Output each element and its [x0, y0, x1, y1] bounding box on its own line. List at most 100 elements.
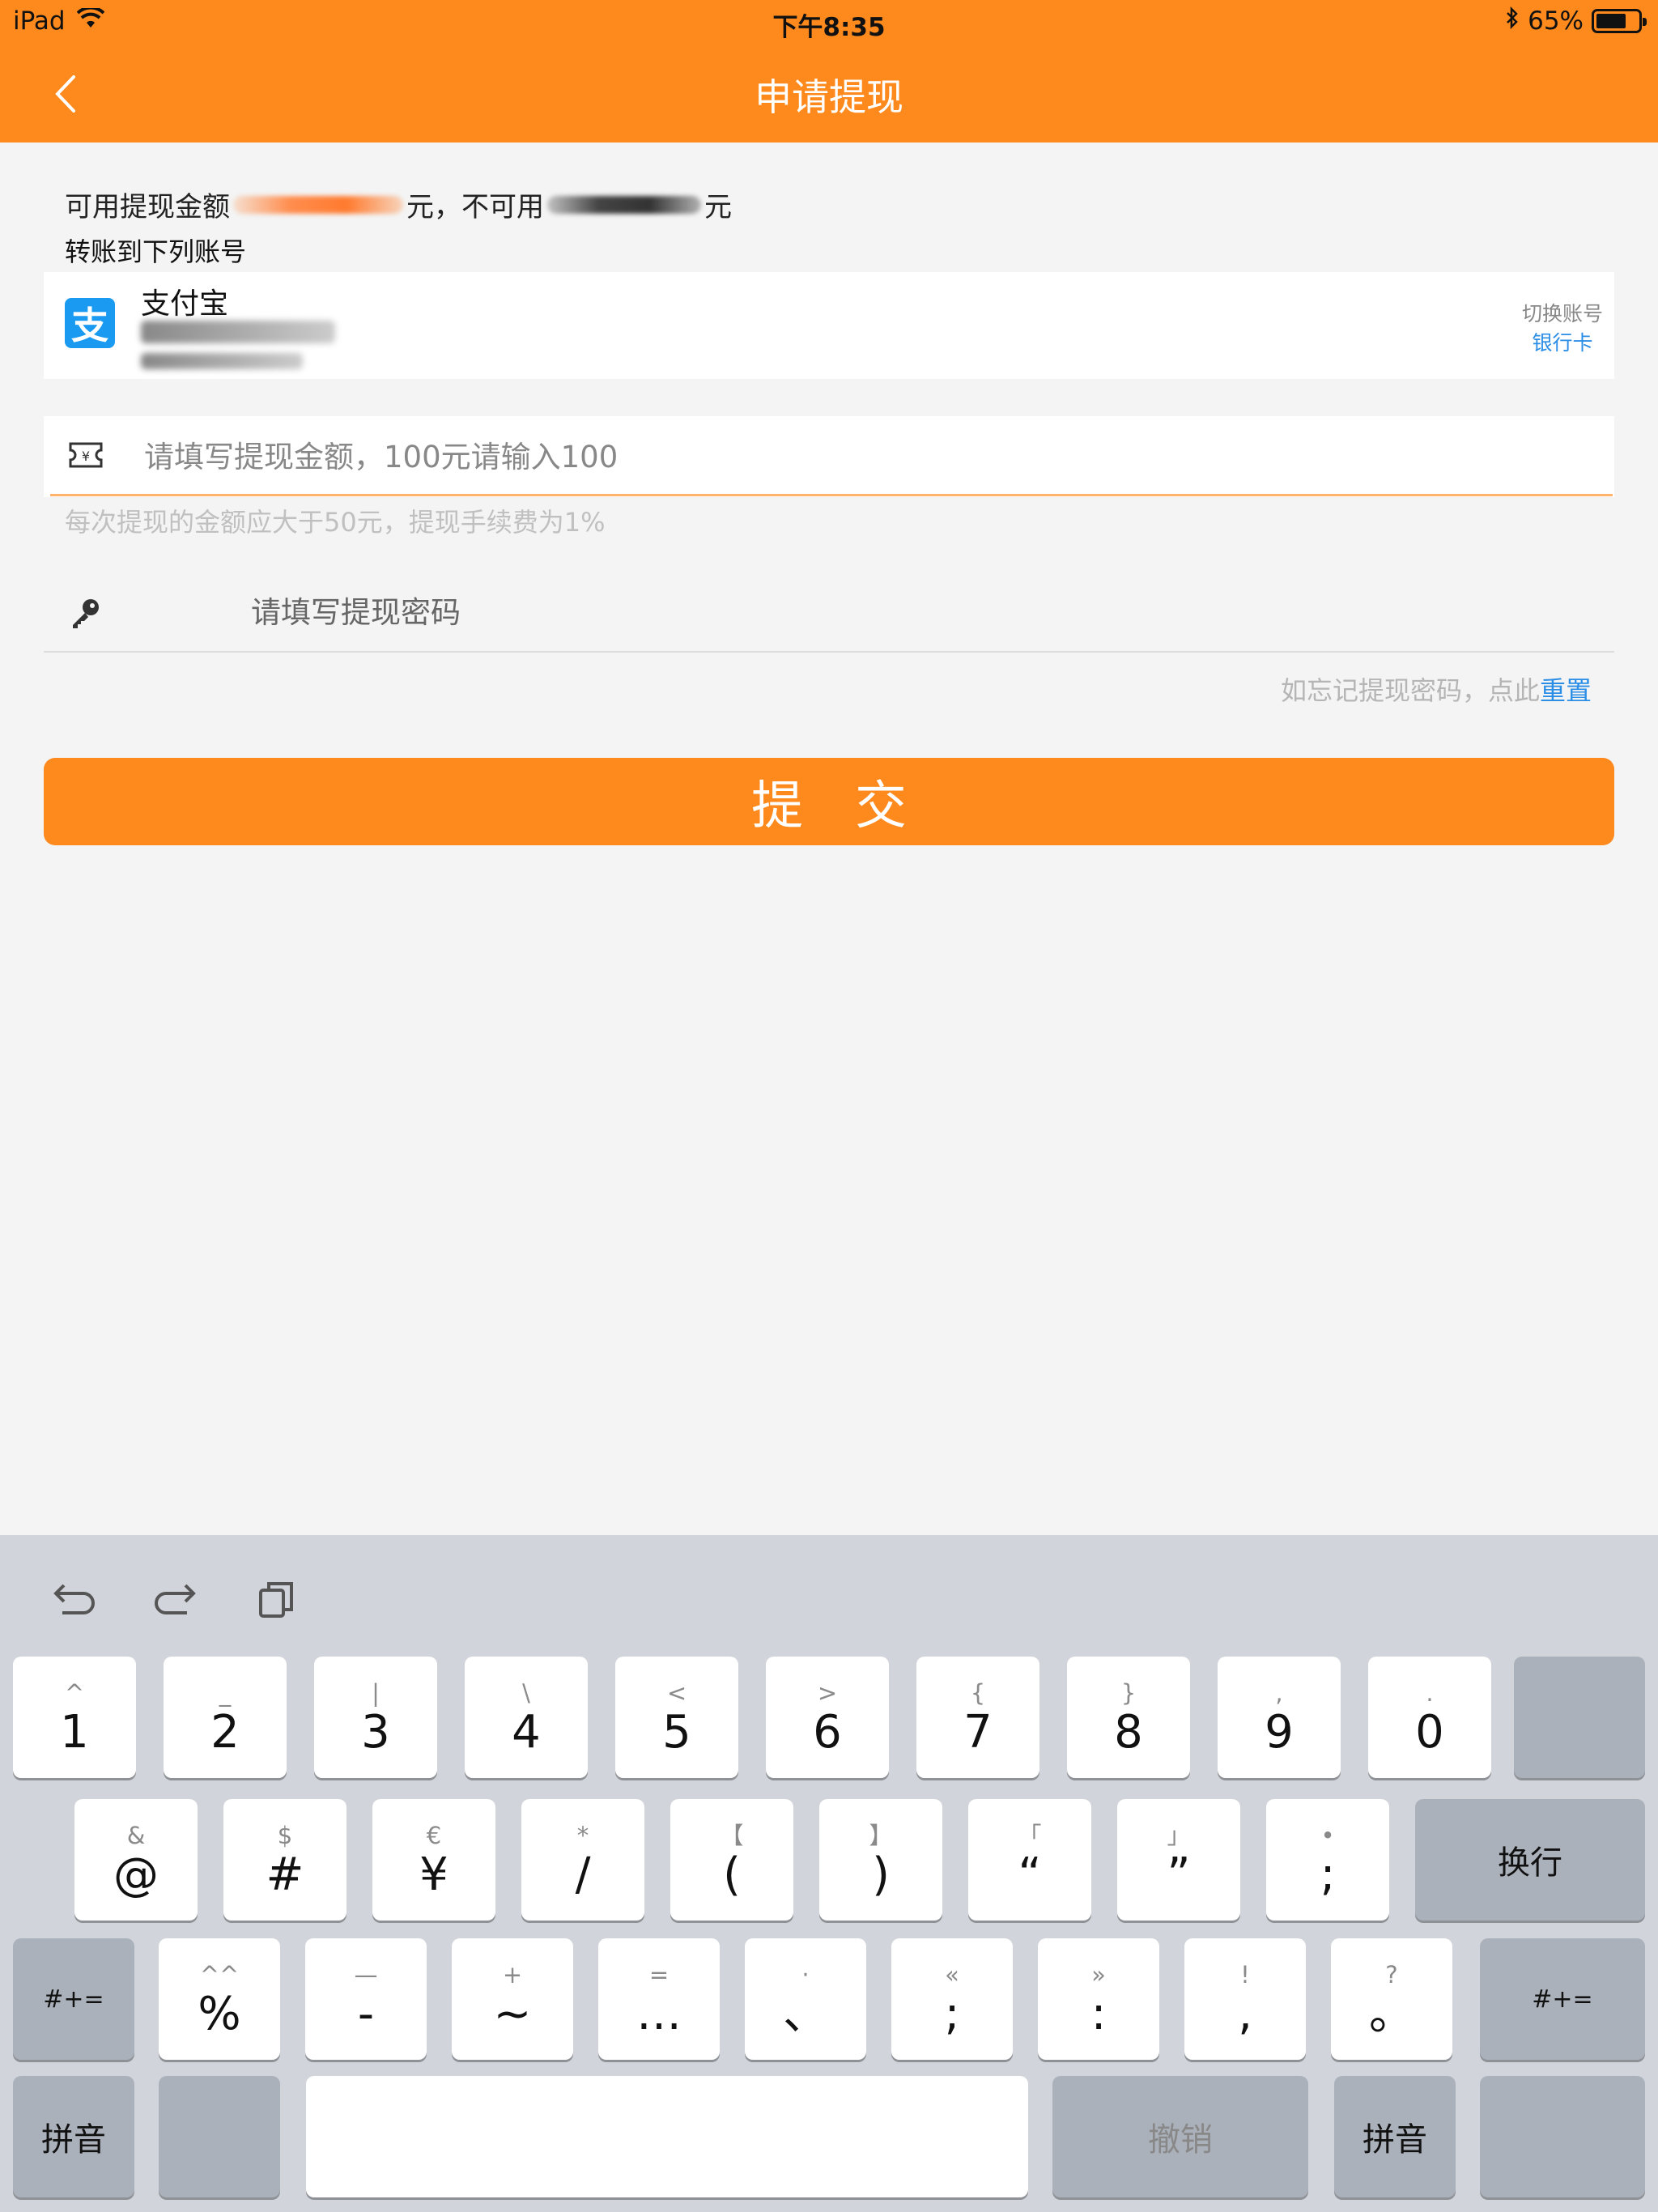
paste-icon[interactable] — [248, 1571, 304, 1627]
amount-row: ¥ — [44, 416, 1614, 497]
key-#[interactable]: $ # — [223, 1799, 346, 1921]
key-9[interactable]: ,9 — [1218, 1657, 1341, 1778]
key-sub-label: » — [1091, 1961, 1106, 1989]
key-1[interactable]: ^ 1 — [13, 1657, 136, 1778]
key-~[interactable]: + ~ — [452, 1938, 573, 2060]
key-sub-label: — — [354, 1961, 378, 1989]
switch-account-button[interactable]: 切换账号 银行卡 — [1522, 298, 1603, 356]
key-¥[interactable]: € ¥ — [372, 1799, 495, 1921]
pinyin-button-left[interactable]: 拼音 — [13, 2076, 134, 2197]
key-sub-label: € — [426, 1822, 442, 1849]
key-2[interactable]: _ 2 — [164, 1657, 287, 1778]
status-time: 下午8:35 — [772, 13, 886, 42]
key-main-label: % — [198, 1988, 241, 2040]
key-6[interactable]: >6 — [766, 1657, 889, 1778]
key-、[interactable]: ·、 — [745, 1938, 866, 2060]
key-sub-label: ^ — [64, 1679, 85, 1707]
key-;[interactable]: «; — [891, 1938, 1013, 2060]
reset-password-link[interactable]: 重置 — [1540, 675, 1592, 706]
key-sub-label: \ — [522, 1679, 530, 1707]
pinyin-button-right-label: 拼音 — [1363, 2121, 1427, 2159]
key-sub-label: & — [126, 1822, 146, 1849]
key-main-label: 1 — [60, 1706, 89, 1759]
key-3[interactable]: | 3 — [314, 1657, 437, 1778]
key-/[interactable]: * / — [521, 1799, 644, 1921]
key-main-label: ( — [723, 1848, 741, 1901]
key-icon — [68, 596, 104, 632]
key-sub-label: { — [970, 1679, 986, 1707]
available-amount-redacted — [233, 195, 403, 214]
password-input[interactable] — [251, 586, 1579, 638]
battery-icon — [1592, 9, 1647, 33]
key-main-label: : — [1090, 1988, 1107, 2040]
key-sub-label: > — [817, 1679, 838, 1707]
key-main-label: ” — [1167, 1848, 1191, 1901]
balance-line: 可用提现金额 元，不可用 元 — [65, 185, 732, 224]
keyboard: ^ 1 _ 2 | 3 \ 4 <5 >6{7} 8, 9. 0 & @ $ # € ¥ * / 【(】) 「“」” •; 换行… — [0, 1535, 1658, 2212]
account-name: 支付宝 — [141, 287, 229, 321]
key-”[interactable]: 」” — [1117, 1799, 1240, 1921]
key--[interactable]: — - — [305, 1938, 427, 2060]
dismiss-keyboard-button[interactable] — [1480, 2076, 1645, 2197]
key-main-label: ) — [872, 1848, 890, 1901]
key-“[interactable]: 「“ — [968, 1799, 1091, 1921]
key-main-label: - — [357, 1988, 375, 2040]
transfer-label: 转账到下列账号 — [65, 236, 247, 267]
bank-card-link[interactable]: 银行卡 — [1522, 327, 1603, 356]
key-:[interactable]: »: — [1038, 1938, 1159, 2060]
space-bar[interactable] — [306, 2076, 1028, 2197]
delete-button[interactable] — [1514, 1657, 1645, 1778]
redo-arrow-icon[interactable] — [146, 1571, 202, 1627]
symbols-button-right[interactable]: #+= — [1480, 1938, 1645, 2060]
key-5[interactable]: <5 — [615, 1657, 738, 1778]
key-main-label: 、 — [783, 1988, 828, 2040]
key-main-label: 8 — [1114, 1706, 1143, 1759]
amount-hint: 每次提现的金额应大于50元，提现手续费为1% — [65, 507, 606, 538]
key-sub-label: _ — [219, 1679, 232, 1707]
balance-prefix: 可用提现金额 — [65, 191, 230, 223]
undo-arrow-icon[interactable] — [47, 1571, 104, 1627]
key-main-label: “ — [1018, 1848, 1042, 1901]
key-main-label: ; — [944, 1988, 960, 2040]
page-title: 申请提现 — [755, 75, 903, 119]
key-main-label: @ — [113, 1848, 159, 1901]
amount-input[interactable] — [144, 431, 1585, 483]
alipay-icon: 支 — [65, 298, 115, 348]
key-。[interactable]: ?。 — [1331, 1938, 1452, 2060]
key-([interactable]: 【( — [670, 1799, 793, 1921]
key-%[interactable]: ^^% — [159, 1938, 280, 2060]
key-sub-label: ^^ — [199, 1961, 240, 1989]
key-;[interactable]: •; — [1266, 1799, 1389, 1921]
password-row — [44, 573, 1614, 653]
key-8[interactable]: } 8 — [1067, 1657, 1190, 1778]
key-sub-label: . — [1426, 1679, 1434, 1707]
key-,[interactable]: !, — [1184, 1938, 1306, 2060]
globe-button[interactable] — [159, 2076, 280, 2197]
key-0[interactable]: .0 — [1368, 1657, 1491, 1778]
return-button-label: 换行 — [1498, 1844, 1562, 1882]
amount-underline — [50, 494, 1613, 496]
key-main-label: 。 — [1369, 1988, 1414, 2040]
key-sub-label: ? — [1385, 1961, 1398, 1989]
symbols-button-left-label: #+= — [43, 1984, 104, 2014]
keyboard-toolbar — [0, 1535, 1658, 1657]
key-sub-label: 「 — [1018, 1822, 1042, 1849]
key-main-label: 5 — [662, 1706, 691, 1759]
pinyin-button-right[interactable]: 拼音 — [1334, 2076, 1456, 2197]
key-)[interactable]: 】) — [819, 1799, 942, 1921]
key-sub-label: | — [372, 1679, 380, 1707]
undo-button[interactable]: 撤销 — [1052, 2076, 1308, 2197]
balance-unit-2: 元 — [704, 191, 732, 223]
bluetooth-icon — [1505, 6, 1520, 36]
key-@[interactable]: & @ — [74, 1799, 198, 1921]
key-main-label: 9 — [1265, 1706, 1294, 1759]
key-4[interactable]: \ 4 — [465, 1657, 588, 1778]
return-button[interactable]: 换行 — [1415, 1799, 1645, 1921]
key-main-label: 2 — [210, 1706, 240, 1759]
key-sub-label: • — [1320, 1822, 1335, 1849]
symbols-button-left[interactable]: #+= — [13, 1938, 134, 2060]
key-sub-label: · — [801, 1961, 810, 1989]
submit-button[interactable]: 提交 — [44, 758, 1614, 845]
key-7[interactable]: {7 — [916, 1657, 1039, 1778]
key-…[interactable]: =… — [598, 1938, 720, 2060]
